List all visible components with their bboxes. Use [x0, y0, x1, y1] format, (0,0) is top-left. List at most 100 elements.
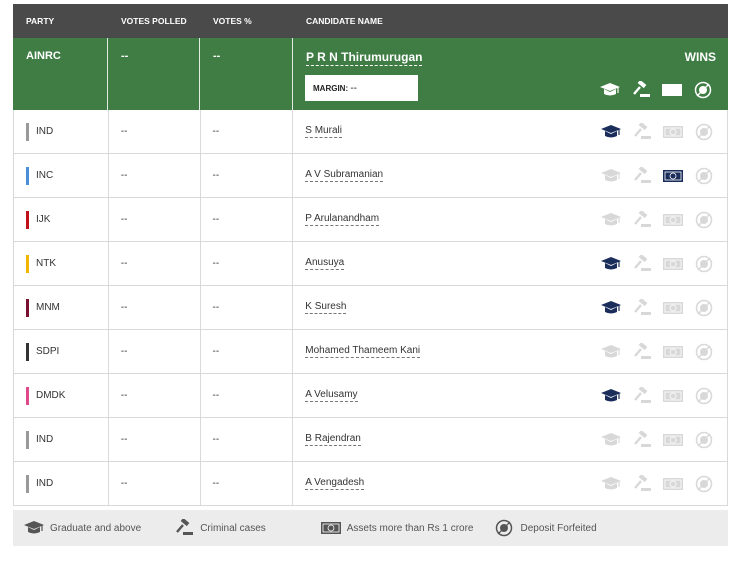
- party-color-bar: [26, 254, 29, 273]
- votes-polled: --: [109, 286, 201, 329]
- votes-pct: --: [201, 198, 294, 241]
- party-color-bar: [26, 342, 29, 361]
- candidate-icons: [600, 343, 715, 361]
- winner-row: AINRC -- -- P R N Thirumurugan WINS MARG…: [13, 38, 728, 110]
- table-row: IND -- -- S Murali: [13, 110, 728, 154]
- graduation-cap-icon: [600, 387, 622, 405]
- deposit-forfeited-icon: [693, 343, 715, 361]
- gavel-icon: [631, 211, 653, 229]
- table-row: NTK -- -- Anusuya: [13, 242, 728, 286]
- votes-pct: --: [201, 330, 294, 373]
- votes-polled: --: [109, 462, 201, 505]
- candidate-name-link[interactable]: P Arulanandham: [305, 213, 380, 226]
- graduation-cap-icon: [23, 519, 45, 537]
- banknote-icon: [662, 431, 684, 449]
- party-color-bar: [26, 122, 29, 141]
- candidate-cell: P Arulanandham: [293, 198, 727, 241]
- gavel-icon: [631, 123, 653, 141]
- gavel-icon: [631, 475, 653, 493]
- party-cell: INC: [14, 154, 109, 197]
- graduation-cap-icon: [600, 431, 622, 449]
- party-name: IJK: [36, 214, 51, 225]
- party-name: DMDK: [36, 390, 66, 401]
- candidate-name-link[interactable]: Mohamed Thameem Kani: [305, 345, 421, 358]
- candidate-name-link[interactable]: A Velusamy: [305, 389, 358, 402]
- party-name: MNM: [36, 302, 60, 313]
- banknote-icon: [662, 211, 684, 229]
- table-row: IND -- -- A Vengadesh: [13, 462, 728, 506]
- banknote-icon: [320, 519, 342, 537]
- candidate-name-link[interactable]: K Suresh: [305, 301, 347, 314]
- graduation-cap-icon: [600, 299, 622, 317]
- gavel-icon: [631, 299, 653, 317]
- party-cell: SDPI: [14, 330, 109, 373]
- banknote-icon: [662, 343, 684, 361]
- candidate-name-link[interactable]: A V Subramanian: [305, 169, 384, 182]
- party-color-bar: [26, 298, 29, 317]
- candidate-name-link[interactable]: A Vengadesh: [305, 477, 365, 490]
- candidate-icons: [600, 299, 715, 317]
- legend: Graduate and above Criminal cases Assets…: [13, 510, 728, 546]
- candidate-cell: K Suresh: [293, 286, 727, 329]
- table-row: MNM -- -- K Suresh: [13, 286, 728, 330]
- legend-deposit: Deposit Forfeited: [493, 519, 597, 537]
- graduation-cap-icon: [600, 475, 622, 493]
- graduation-cap-icon: [600, 167, 622, 185]
- winner-party: AINRC: [13, 38, 108, 110]
- graduation-cap-icon: [600, 255, 622, 273]
- party-cell: IJK: [14, 198, 109, 241]
- gavel-icon: [631, 343, 653, 361]
- deposit-forfeited-icon: [493, 519, 515, 537]
- table-row: DMDK -- -- A Velusamy: [13, 374, 728, 418]
- table-header: PARTY VOTES POLLED VOTES % CANDIDATE NAM…: [13, 4, 728, 38]
- margin-label: MARGIN:: [313, 84, 349, 93]
- deposit-forfeited-icon: [693, 387, 715, 405]
- banknote-icon: [662, 387, 684, 405]
- winner-name-link[interactable]: P R N Thirumurugan: [306, 50, 423, 66]
- legend-criminal: Criminal cases: [173, 519, 266, 537]
- gavel-icon: [173, 519, 195, 537]
- votes-pct: --: [201, 462, 294, 505]
- candidate-name-link[interactable]: Anusuya: [305, 257, 345, 270]
- candidate-cell: S Murali: [293, 110, 727, 153]
- candidate-name-link[interactable]: S Murali: [305, 125, 342, 138]
- candidate-name-link[interactable]: B Rajendran: [305, 433, 361, 446]
- gavel-icon: [631, 431, 653, 449]
- banknote-icon: [661, 81, 683, 99]
- candidate-cell: A V Subramanian: [293, 154, 727, 197]
- votes-pct: --: [201, 418, 294, 461]
- legend-criminal-label: Criminal cases: [200, 522, 266, 534]
- gavel-icon: [631, 387, 653, 405]
- table-row: INC -- -- A V Subramanian: [13, 154, 728, 198]
- banknote-icon: [662, 167, 684, 185]
- candidate-icons: [600, 387, 715, 405]
- votes-pct: --: [201, 374, 294, 417]
- party-color-bar: [26, 386, 29, 405]
- party-name: INC: [36, 170, 54, 181]
- votes-polled: --: [109, 418, 201, 461]
- party-name: IND: [36, 434, 54, 445]
- legend-deposit-label: Deposit Forfeited: [520, 522, 597, 534]
- party-color-bar: [26, 166, 29, 185]
- deposit-forfeited-icon: [692, 81, 714, 99]
- header-candidate: CANDIDATE NAME: [306, 16, 383, 26]
- winner-status: WINS: [684, 50, 716, 64]
- candidate-cell: Mohamed Thameem Kani: [293, 330, 727, 373]
- banknote-icon: [662, 299, 684, 317]
- votes-pct: --: [201, 154, 294, 197]
- banknote-icon: [662, 123, 684, 141]
- party-name: IND: [36, 478, 54, 489]
- candidate-icons: [600, 167, 715, 185]
- deposit-forfeited-icon: [693, 431, 715, 449]
- graduation-cap-icon: [599, 81, 621, 99]
- votes-polled: --: [109, 330, 201, 373]
- party-name: NTK: [36, 258, 56, 269]
- party-color-bar: [26, 430, 29, 449]
- votes-polled: --: [109, 374, 201, 417]
- deposit-forfeited-icon: [693, 299, 715, 317]
- winner-pct: --: [200, 38, 293, 110]
- header-votes-pct: VOTES %: [213, 16, 252, 26]
- party-cell: MNM: [14, 286, 109, 329]
- banknote-icon: [662, 255, 684, 273]
- party-cell: NTK: [14, 242, 109, 285]
